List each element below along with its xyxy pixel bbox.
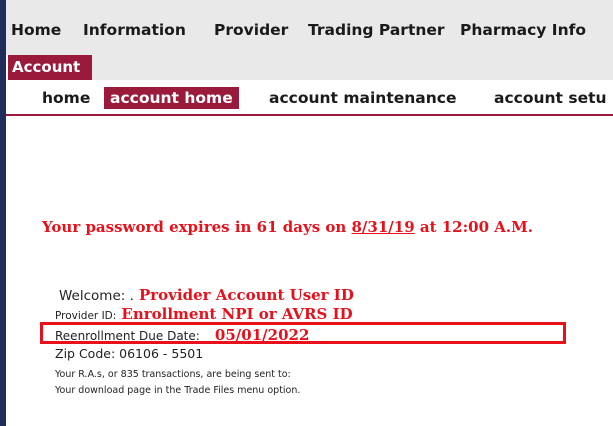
section-bar — [92, 55, 613, 80]
note-line-2: Your download page in the Trade Files me… — [55, 385, 301, 396]
nav-information[interactable]: Information — [83, 21, 186, 39]
nav-home[interactable]: Home — [11, 21, 61, 39]
zip-row: Zip Code: 06106 - 5501 — [55, 346, 203, 361]
subnav-account-home[interactable]: account home — [104, 87, 239, 109]
password-expiry-suffix: at 12:00 A.M. — [414, 218, 533, 236]
left-frame-border — [0, 0, 6, 426]
provider-id-value: Enrollment NPI or AVRS ID — [121, 305, 353, 323]
subnav-account-setup[interactable]: account setu — [494, 87, 607, 109]
nav-pharmacy-info[interactable]: Pharmacy Info — [460, 21, 586, 39]
password-expiry-prefix: Your password expires in 61 days on — [42, 218, 352, 236]
tab-account[interactable]: Account — [8, 55, 92, 80]
provider-id-label: Provider ID: — [55, 310, 117, 322]
welcome-row: Welcome: . Provider Account User ID — [59, 285, 354, 304]
zip-value: 06106 - 5501 — [119, 346, 204, 361]
provider-id-row: Provider ID: Enrollment NPI or AVRS ID — [55, 304, 353, 323]
welcome-value: Provider Account User ID — [138, 286, 354, 304]
password-expiry-date: 8/31/19 — [351, 218, 415, 236]
zip-label: Zip Code: — [55, 346, 116, 361]
highlight-box — [40, 322, 566, 344]
nav-trading-partner[interactable]: Trading Partner — [308, 21, 445, 39]
nav-provider[interactable]: Provider — [214, 21, 288, 39]
sub-navigation: home account home account maintenance ac… — [6, 84, 613, 116]
top-navigation: Home Information Provider Trading Partne… — [6, 0, 613, 55]
password-expiry-message: Your password expires in 61 days on 8/31… — [42, 218, 533, 236]
subnav-home[interactable]: home — [42, 87, 90, 109]
welcome-label: Welcome: . — [59, 288, 134, 304]
note-line-1: Your R.A.s, or 835 transactions, are bei… — [55, 369, 291, 380]
subnav-account-maintenance[interactable]: account maintenance — [269, 87, 456, 109]
